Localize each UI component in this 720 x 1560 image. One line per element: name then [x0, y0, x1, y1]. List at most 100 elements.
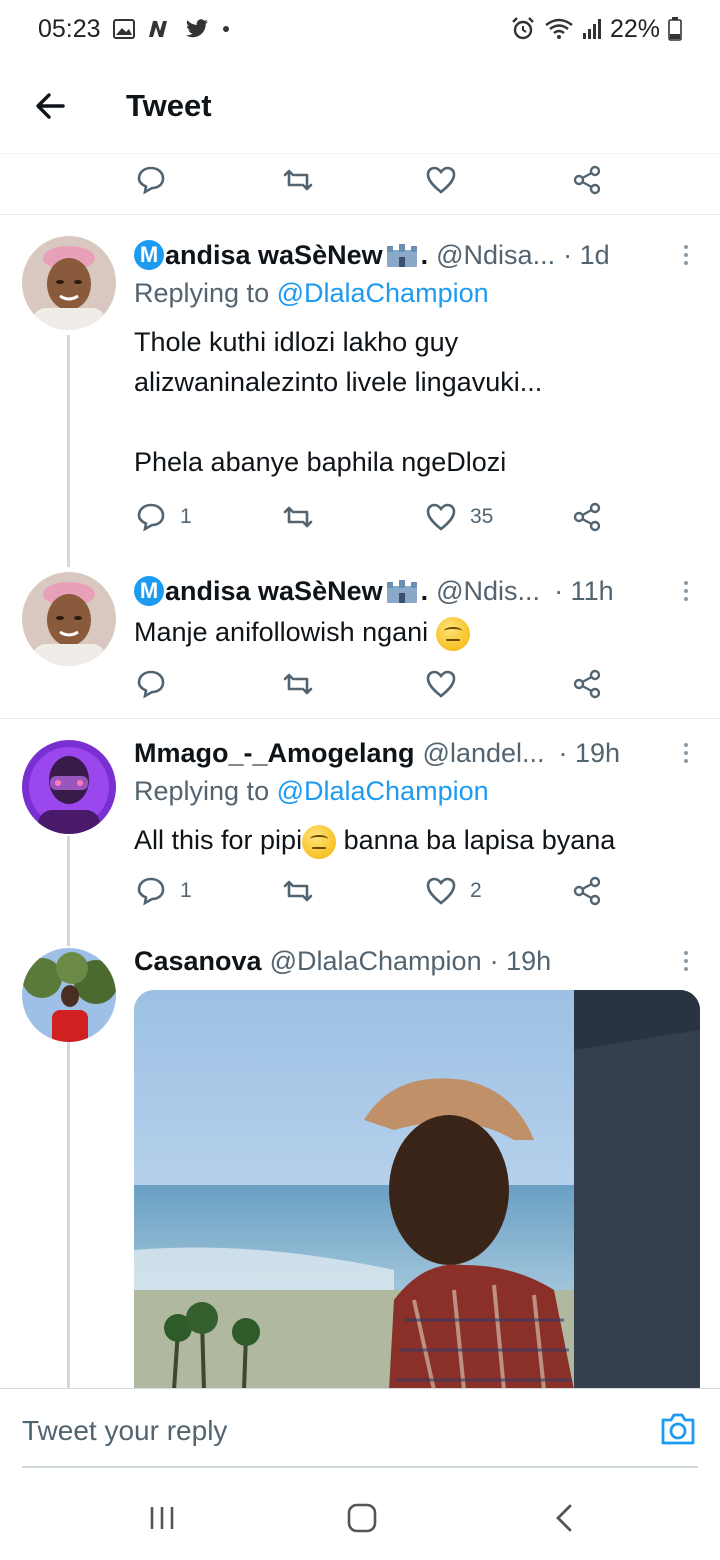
- signal-icon: [582, 18, 602, 40]
- like-button[interactable]: 2: [426, 866, 482, 916]
- castle-emoji-icon: [386, 244, 417, 267]
- replying-label: Replying to: [134, 278, 270, 308]
- tweet-actions: [0, 659, 720, 709]
- reply-button[interactable]: [136, 659, 166, 709]
- avatar[interactable]: [22, 572, 116, 666]
- display-name[interactable]: andisa waSèNew: [165, 576, 383, 607]
- tweet-text: All this for pipi banna ba lapisa byana: [134, 820, 694, 860]
- share-button[interactable]: [572, 155, 602, 205]
- more-options-button[interactable]: [670, 733, 700, 773]
- heart-icon: [426, 877, 456, 905]
- like-count: 2: [470, 879, 482, 902]
- castle-emoji-icon: [386, 580, 417, 603]
- divider: [0, 718, 720, 719]
- wifi-icon: [544, 17, 574, 41]
- page-title: Tweet: [126, 87, 212, 123]
- tweet-time: · 19h: [489, 945, 552, 976]
- user-handle: @Ndisa...: [436, 239, 556, 270]
- news-app-icon: [147, 19, 173, 39]
- reply-input[interactable]: Tweet your reply: [22, 1415, 227, 1447]
- status-time: 05:23: [38, 14, 101, 43]
- share-icon: [573, 165, 601, 195]
- tweet-image[interactable]: [134, 990, 700, 1390]
- chevron-left-icon: [556, 1504, 572, 1532]
- twitter-icon: [185, 19, 209, 39]
- more-vertical-icon: [684, 571, 688, 611]
- home-button[interactable]: [342, 1498, 382, 1538]
- more-options-button[interactable]: [670, 571, 700, 611]
- tweet-text-line: banna ba lapisa byana: [336, 825, 616, 855]
- tweet-header: M andisa waSèNew . @Ndis... · 11h: [134, 571, 694, 611]
- reply-button[interactable]: 1: [136, 866, 192, 916]
- tweet-text-line: All this for pipi: [134, 825, 303, 855]
- mention-link[interactable]: @DlalaChampion: [277, 278, 489, 308]
- tweet-text-line: Thole kuthi idlozi lakho guy: [134, 327, 459, 357]
- mention-link[interactable]: @DlalaChampion: [277, 776, 489, 806]
- tweet-header: Casanova @DlalaChampion · 19h: [134, 941, 694, 981]
- recent-apps-icon: [150, 1507, 174, 1529]
- tweet-text: Manje anifollowish ngani: [134, 612, 694, 652]
- retweet-icon: [283, 880, 313, 902]
- share-icon: [573, 876, 601, 906]
- retweet-button[interactable]: [282, 155, 314, 205]
- reply-icon: [137, 166, 165, 195]
- more-vertical-icon: [684, 235, 688, 275]
- share-button[interactable]: [572, 659, 602, 709]
- camera-button[interactable]: [658, 1409, 698, 1449]
- tweet-time: · 11h: [554, 575, 614, 606]
- reply-icon: [137, 877, 165, 906]
- name-initial-badge: M: [134, 240, 164, 270]
- share-button[interactable]: [572, 866, 602, 916]
- alarm-icon: [510, 16, 536, 42]
- tweet-time: · 19h: [558, 737, 621, 768]
- more-options-button[interactable]: [670, 235, 700, 275]
- avatar[interactable]: [22, 948, 116, 1042]
- display-name[interactable]: andisa waSèNew: [165, 240, 383, 271]
- home-icon: [347, 1503, 377, 1533]
- reply-count: 1: [180, 879, 192, 902]
- reply-count: 1: [180, 505, 192, 528]
- replying-label: Replying to: [134, 776, 270, 806]
- heart-icon: [426, 503, 456, 531]
- reply-button[interactable]: [136, 155, 166, 205]
- top-app-bar: Tweet: [0, 58, 720, 154]
- retweet-icon: [283, 169, 313, 191]
- reply-composer: Tweet your reply: [0, 1388, 720, 1468]
- battery-percent: 22%: [609, 14, 660, 43]
- display-name[interactable]: Mmago_-_Amogelang: [134, 738, 415, 769]
- battery-icon: [668, 17, 682, 41]
- user-handle: @landel...: [422, 737, 545, 768]
- recent-apps-button[interactable]: [142, 1498, 182, 1538]
- more-options-button[interactable]: [670, 941, 700, 981]
- like-button[interactable]: 35: [426, 492, 493, 542]
- tweet-time: · 1d: [563, 239, 610, 270]
- gallery-icon: [112, 19, 135, 39]
- retweet-button[interactable]: [282, 492, 314, 542]
- thread-connector: [67, 1042, 70, 1388]
- status-bar: 05:23 22%: [0, 0, 720, 58]
- system-back-button[interactable]: [544, 1498, 584, 1538]
- retweet-button[interactable]: [282, 866, 314, 916]
- like-button[interactable]: [426, 155, 456, 205]
- tweet-text-line: Manje anifollowish ngani: [134, 617, 429, 647]
- eye-roll-emoji-icon: [435, 616, 470, 651]
- eye-roll-emoji-icon: [302, 824, 337, 859]
- main-tweet-actions: [0, 155, 720, 205]
- back-button[interactable]: [20, 76, 80, 136]
- notification-dot-icon: [221, 24, 231, 34]
- avatar[interactable]: [22, 740, 116, 834]
- user-handle: @Ndis...: [436, 575, 541, 606]
- reply-icon: [137, 503, 165, 532]
- retweet-button[interactable]: [282, 659, 314, 709]
- replying-to: Replying to @DlalaChampion: [134, 278, 489, 309]
- camera-icon: [661, 1413, 695, 1445]
- reply-icon: [137, 670, 165, 699]
- share-button[interactable]: [572, 492, 602, 542]
- like-button[interactable]: [426, 659, 456, 709]
- replying-to: Replying to @DlalaChampion: [134, 776, 489, 807]
- display-name[interactable]: Casanova: [134, 946, 262, 977]
- reply-button[interactable]: 1: [136, 492, 192, 542]
- user-handle: @DlalaChampion: [269, 945, 482, 976]
- like-count: 35: [470, 505, 494, 528]
- avatar[interactable]: [22, 236, 116, 330]
